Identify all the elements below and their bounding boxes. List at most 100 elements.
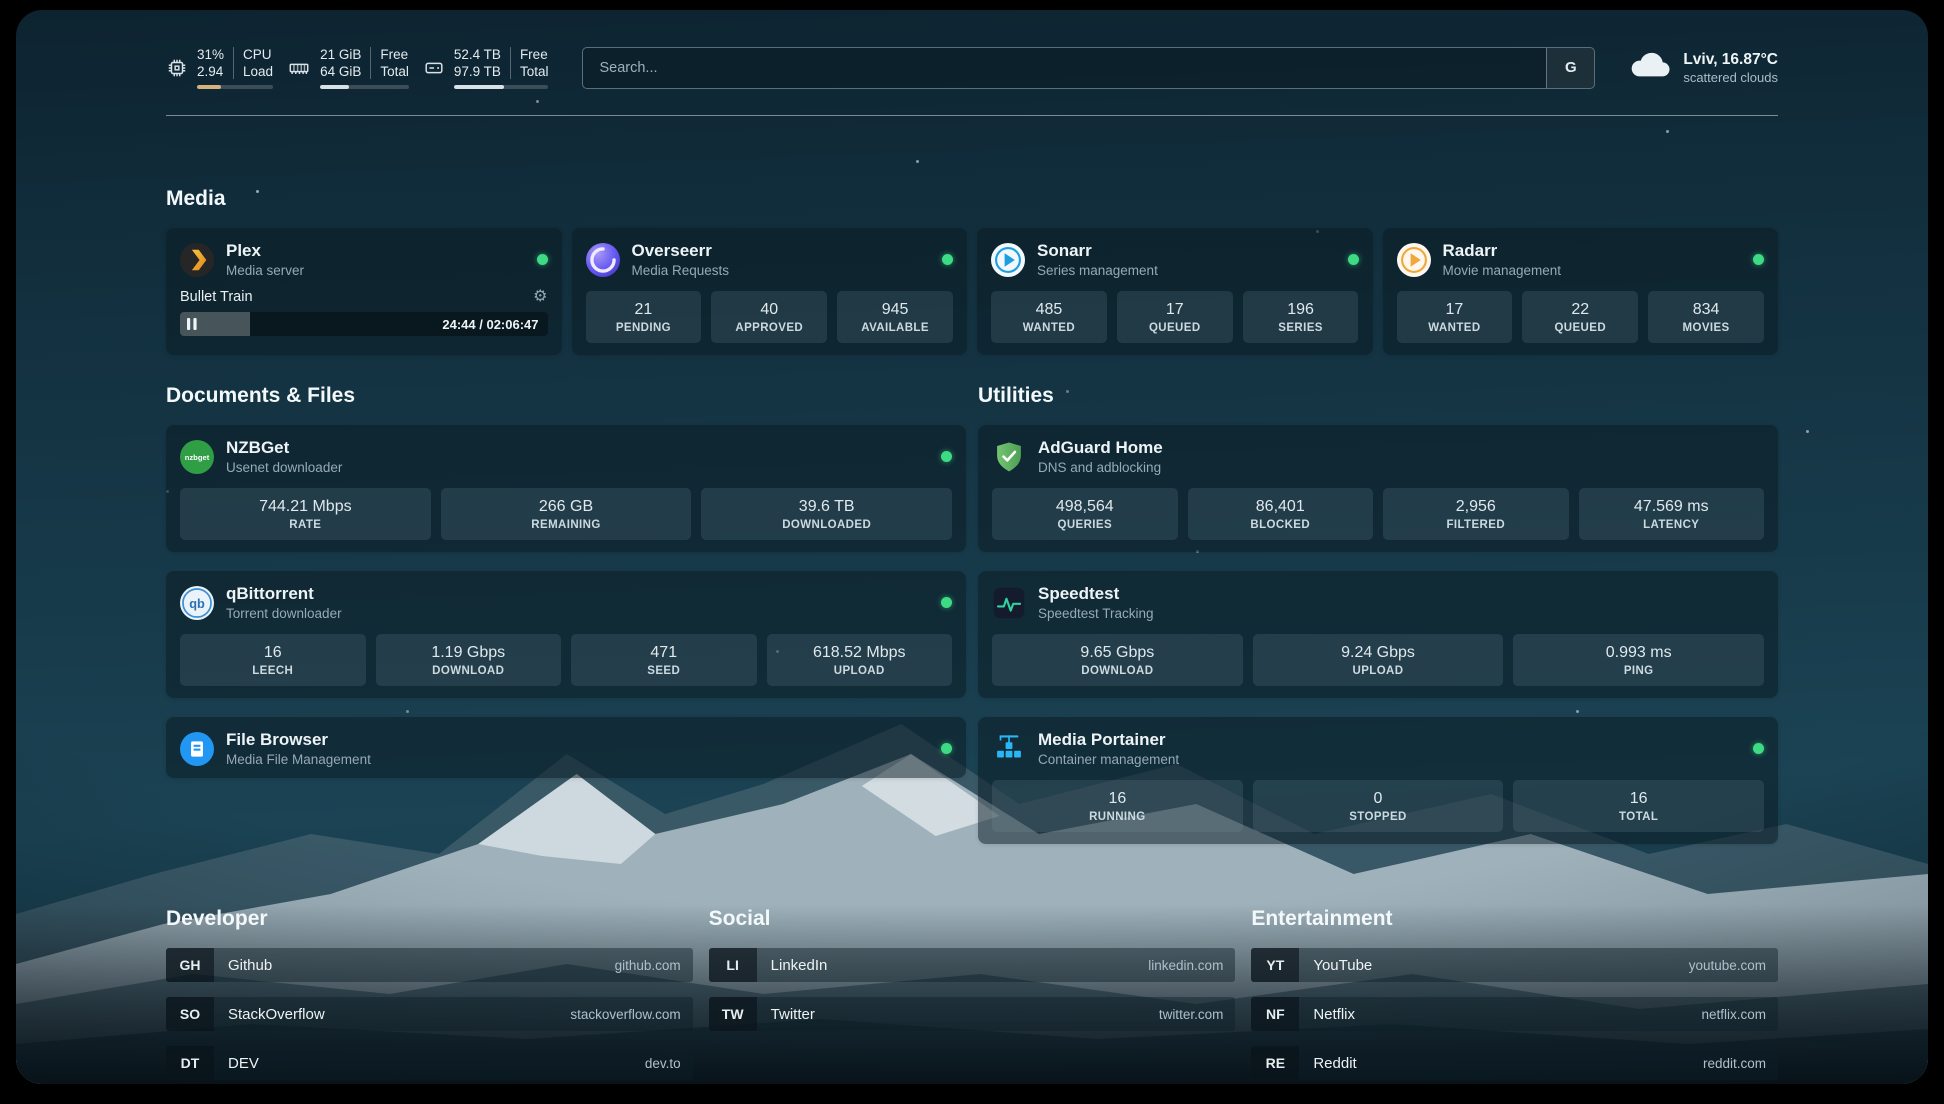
cpu-widget: 31% 2.94 CPU Load <box>166 46 273 89</box>
section-title-developer: Developer <box>166 906 693 932</box>
divider <box>510 47 511 79</box>
service-name: Plex <box>226 240 304 261</box>
divider <box>233 47 234 79</box>
bookmark-github[interactable]: GH Github github.com <box>166 948 693 982</box>
stat-wanted: 17WANTED <box>1397 291 1513 343</box>
service-card-nzbget[interactable]: nzbget NZBGet Usenet downloader 744.21 M… <box>166 425 966 552</box>
bookmark-url: netflix.com <box>1701 1007 1778 1022</box>
playback-progress-bar[interactable]: 24:44 / 02:06:47 <box>180 312 548 336</box>
service-card-overseerr[interactable]: Overseerr Media Requests 21PENDING 40APP… <box>572 228 968 355</box>
section-title-social: Social <box>709 906 1236 932</box>
bookmark-reddit[interactable]: RE Reddit reddit.com <box>1251 1046 1778 1080</box>
memory-icon <box>287 57 311 79</box>
disk-usage-bar <box>454 85 549 89</box>
disk-free-label: Free <box>520 46 549 63</box>
service-card-sonarr[interactable]: Sonarr Series management 485WANTED 17QUE… <box>977 228 1373 355</box>
adguard-icon <box>992 440 1026 474</box>
stat-filtered: 2,956FILTERED <box>1383 488 1569 540</box>
bookmark-name: LinkedIn <box>771 957 828 974</box>
qbittorrent-icon: qb <box>180 586 214 620</box>
filebrowser-icon <box>180 732 214 766</box>
stat-pending: 21PENDING <box>586 291 702 343</box>
service-card-radarr[interactable]: Radarr Movie management 17WANTED 22QUEUE… <box>1383 228 1779 355</box>
status-dot <box>1753 743 1764 754</box>
section-title-documents: Documents & Files <box>166 383 966 409</box>
search-input[interactable] <box>583 48 1546 88</box>
stat-blocked: 86,401BLOCKED <box>1188 488 1374 540</box>
bookmark-url: stackoverflow.com <box>570 1007 692 1022</box>
bookmark-youtube[interactable]: YT YouTube youtube.com <box>1251 948 1778 982</box>
stat-upload: 618.52 MbpsUPLOAD <box>767 634 953 686</box>
status-dot <box>942 254 953 265</box>
status-dot <box>1348 254 1359 265</box>
service-card-qbittorrent[interactable]: qb qBittorrent Torrent downloader 16LEEC… <box>166 571 966 698</box>
stat-leech: 16LEECH <box>180 634 366 686</box>
stat-queued: 22QUEUED <box>1522 291 1638 343</box>
service-card-speedtest[interactable]: Speedtest Speedtest Tracking 9.65 GbpsDO… <box>978 571 1778 698</box>
now-playing-title: Bullet Train <box>180 289 253 305</box>
stat-series: 196SERIES <box>1243 291 1359 343</box>
section-media: Media Plex Media server <box>166 186 1778 355</box>
radarr-icon <box>1397 243 1431 277</box>
cloud-icon <box>1629 50 1671 85</box>
cpu-load-value: 2.94 <box>197 63 224 80</box>
bookmark-name: Netflix <box>1313 1006 1355 1023</box>
bookmark-name: Github <box>228 957 272 974</box>
disk-widget: 52.4 TB 97.9 TB Free Total <box>423 46 549 89</box>
disk-total-value: 97.9 TB <box>454 63 501 80</box>
disk-total-label: Total <box>520 63 549 80</box>
bookmark-url: github.com <box>615 958 693 973</box>
stat-ping: 0.993 msPING <box>1513 634 1764 686</box>
bookmark-abbr: NF <box>1251 997 1299 1031</box>
bookmark-url: reddit.com <box>1703 1056 1778 1071</box>
stat-latency: 47.569 msLATENCY <box>1579 488 1765 540</box>
stat-remaining: 266 GBREMAINING <box>441 488 692 540</box>
stat-rate: 744.21 MbpsRATE <box>180 488 431 540</box>
service-subtitle: Container management <box>1038 751 1179 768</box>
stat-stopped: 0STOPPED <box>1253 780 1504 832</box>
status-dot <box>941 451 952 462</box>
service-subtitle: Torrent downloader <box>226 605 342 622</box>
search-bar: G <box>582 47 1595 89</box>
bookmark-dev[interactable]: DT DEV dev.to <box>166 1046 693 1080</box>
cpu-load-label: Load <box>243 63 273 80</box>
svg-text:qb: qb <box>189 596 205 611</box>
memory-total-label: Total <box>380 63 409 80</box>
memory-usage-bar <box>320 85 409 89</box>
search-provider-button[interactable]: G <box>1546 48 1594 88</box>
service-subtitle: Media File Management <box>226 751 371 768</box>
service-subtitle: Usenet downloader <box>226 459 342 476</box>
bookmark-linkedin[interactable]: LI LinkedIn linkedin.com <box>709 948 1236 982</box>
memory-widget: 21 GiB 64 GiB Free Total <box>287 46 409 89</box>
service-card-adguard[interactable]: AdGuard Home DNS and adblocking 498,564Q… <box>978 425 1778 552</box>
service-name: Radarr <box>1443 240 1562 261</box>
stat-available: 945AVAILABLE <box>837 291 953 343</box>
disk-free-value: 52.4 TB <box>454 46 501 63</box>
pause-icon[interactable] <box>187 318 197 330</box>
bookmark-name: YouTube <box>1313 957 1372 974</box>
stat-downloaded: 39.6 TBDOWNLOADED <box>701 488 952 540</box>
bookmark-twitter[interactable]: TW Twitter twitter.com <box>709 997 1236 1031</box>
bookmark-netflix[interactable]: NF Netflix netflix.com <box>1251 997 1778 1031</box>
speedtest-icon <box>992 586 1026 620</box>
stat-running: 16RUNNING <box>992 780 1243 832</box>
bookmark-group-social: Social LI LinkedIn linkedin.com TW Twitt… <box>709 906 1236 1080</box>
section-utilities: Utilities AdGuard Home DNS and adblockin… <box>978 383 1778 844</box>
service-card-plex[interactable]: Plex Media server Bullet Train ⚙ <box>166 228 562 355</box>
cpu-icon <box>166 57 188 79</box>
service-name: AdGuard Home <box>1038 437 1163 458</box>
service-card-filebrowser[interactable]: File Browser Media File Management <box>166 717 966 778</box>
header-divider <box>166 115 1778 116</box>
bookmark-name: DEV <box>228 1055 259 1072</box>
resource-widgets: 31% 2.94 CPU Load <box>166 46 548 89</box>
service-card-portainer[interactable]: Media Portainer Container management 16R… <box>978 717 1778 844</box>
disk-icon <box>423 57 445 79</box>
bookmark-url: youtube.com <box>1689 958 1778 973</box>
stat-download: 1.19 GbpsDOWNLOAD <box>376 634 562 686</box>
stat-queries: 498,564QUERIES <box>992 488 1178 540</box>
settings-gear-icon[interactable]: ⚙ <box>533 289 547 305</box>
bookmark-abbr: LI <box>709 948 757 982</box>
service-subtitle: DNS and adblocking <box>1038 459 1163 476</box>
bookmark-stackoverflow[interactable]: SO StackOverflow stackoverflow.com <box>166 997 693 1031</box>
playback-time: 24:44 / 02:06:47 <box>442 317 538 332</box>
